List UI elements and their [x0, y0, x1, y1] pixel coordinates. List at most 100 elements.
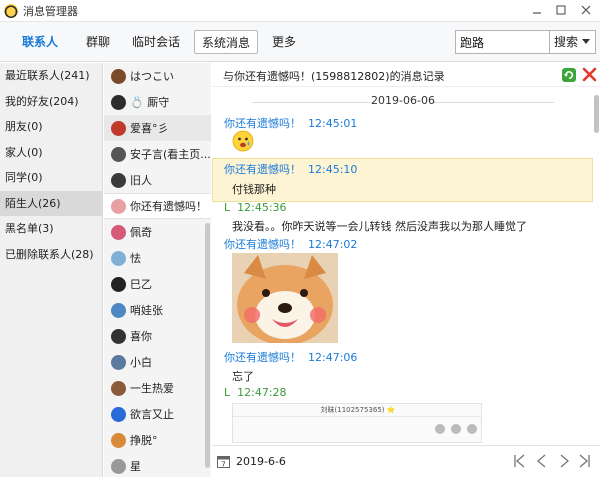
date-separator: 2019-06-06 [222, 94, 584, 110]
search-button[interactable]: 搜索 [550, 30, 596, 54]
avatar [111, 250, 126, 266]
maximize-icon [556, 5, 566, 15]
list-item[interactable]: 巳乙 [104, 271, 211, 297]
tab-groups[interactable]: 群聊 [78, 30, 118, 54]
avatar [111, 68, 126, 84]
first-page-button[interactable] [512, 452, 528, 470]
avatar [111, 276, 126, 292]
list-item[interactable]: 星 [104, 453, 211, 477]
calendar-icon[interactable]: 7 [217, 455, 230, 468]
list-item[interactable]: 哨娃张 [104, 297, 211, 323]
contact-name: 挣脱° [130, 434, 158, 447]
contact-name: 怯 [130, 252, 141, 265]
window-title: 消息管理器 [23, 4, 78, 18]
current-date: 2019-6-6 [236, 455, 286, 468]
svg-text:7: 7 [221, 461, 225, 469]
message-header: 你还有遗憾吗！ 12:47:06 [224, 349, 357, 365]
message-header: 你还有遗憾吗！ 12:45:01 [224, 115, 357, 131]
tab-temp-sessions[interactable]: 临时会话 [126, 30, 186, 54]
last-page-button[interactable] [576, 452, 592, 470]
shared-screenshot-image[interactable]: 刘昧(1102575365) ⭐ [232, 403, 482, 443]
tab-more[interactable]: 更多 [264, 30, 304, 54]
avatar [111, 302, 126, 318]
message-time: 12:47:28 [237, 386, 287, 399]
category-friends[interactable]: 朋友(0) [0, 114, 102, 140]
title-bar: 消息管理器 [0, 0, 600, 22]
list-item[interactable]: 安子言(看主页... [104, 141, 211, 167]
next-page-button[interactable] [556, 452, 572, 470]
contact-name: はつこい [130, 70, 174, 83]
list-item[interactable]: 你还有遗憾吗！ [104, 193, 211, 219]
chat-scrollbar[interactable] [594, 95, 599, 133]
list-item[interactable]: 怯 [104, 245, 211, 271]
date-separator-label: 2019-06-06 [371, 94, 435, 107]
contact-name: 你还有遗憾吗！ [130, 200, 207, 213]
category-classmates[interactable]: 同学(0) [0, 165, 102, 191]
message-header: 你还有遗憾吗！ 12:47:02 [224, 236, 357, 252]
category-family[interactable]: 家人(0) [0, 140, 102, 166]
contact-name: 小白 [130, 356, 152, 369]
contact-name: 安子言(看主页... [130, 148, 211, 161]
screenshot-avatar-icon [435, 424, 445, 434]
contact-name: 💍 厮守 [130, 96, 170, 109]
minimize-icon [533, 12, 541, 14]
search-input[interactable] [455, 30, 550, 54]
list-item[interactable]: 爱喜°彡 [104, 115, 211, 141]
list-item[interactable]: 一生热爱 [104, 375, 211, 401]
message-header: L 12:45:36 [224, 201, 287, 214]
category-blacklist[interactable]: 黑名单(3) [0, 216, 102, 242]
contact-name: 一生热爱 [130, 382, 174, 395]
previous-page-button[interactable] [534, 452, 550, 470]
maximize-button[interactable] [551, 2, 571, 20]
dog-photo-image[interactable] [232, 253, 338, 343]
screenshot-divider [233, 416, 481, 417]
message-sender: 你还有遗憾吗！ [224, 163, 301, 176]
crying-emoji-icon [232, 130, 254, 152]
message-text: 付钱那种 [232, 183, 276, 196]
avatar [111, 458, 126, 474]
list-item[interactable]: はつこい [104, 63, 211, 89]
contact-list-scrollbar[interactable] [205, 223, 210, 468]
avatar [111, 120, 126, 136]
screenshot-more-icon [467, 424, 477, 434]
close-icon [581, 5, 591, 15]
category-my-friends[interactable]: 我的好友(204) [0, 89, 102, 115]
message-time: 12:45:10 [308, 163, 358, 176]
category-strangers[interactable]: 陌生人(26) [0, 190, 102, 216]
avatar [111, 380, 126, 396]
message-time: 12:45:36 [237, 201, 287, 214]
screenshot-contact-name: 刘昧(1102575365) ⭐ [320, 406, 396, 414]
message-time: 12:47:02 [308, 238, 358, 251]
list-item[interactable]: 旧人 [104, 167, 211, 193]
chat-title: 与你还有遗憾吗！(1598812802)的消息记录 [223, 70, 445, 83]
avatar [111, 198, 126, 214]
minimize-button[interactable] [527, 2, 547, 20]
list-item[interactable]: 挣脱° [104, 427, 211, 453]
category-deleted[interactable]: 已删除联系人(28) [0, 242, 102, 268]
refresh-icon[interactable] [562, 68, 576, 82]
message-sender: 你还有遗憾吗！ [224, 238, 301, 251]
avatar [111, 354, 126, 370]
list-item[interactable]: 欲言又止 [104, 401, 211, 427]
app-logo-icon [4, 3, 18, 18]
close-button[interactable] [576, 2, 596, 20]
contact-name: 旧人 [130, 174, 152, 187]
list-item[interactable]: 喜你 [104, 323, 211, 349]
message-sender: L [224, 386, 231, 399]
category-recent[interactable]: 最近联系人(241) [0, 63, 102, 89]
tab-contacts[interactable]: 联系人 [14, 30, 66, 54]
list-item[interactable]: 小白 [104, 349, 211, 375]
chevron-down-icon[interactable] [582, 39, 590, 44]
avatar [111, 224, 126, 240]
message-time: 12:47:06 [308, 351, 358, 364]
contact-name: 欲言又止 [130, 408, 174, 421]
avatar [111, 328, 126, 344]
avatar [111, 172, 126, 188]
message-sender: L [224, 201, 231, 214]
list-item[interactable]: 佩奇 [104, 219, 211, 245]
avatar [111, 94, 126, 110]
tab-system-messages[interactable]: 系统消息 [194, 30, 258, 54]
delete-icon[interactable] [582, 67, 597, 82]
list-item[interactable]: 💍 厮守 [104, 89, 211, 115]
avatar [111, 146, 126, 162]
